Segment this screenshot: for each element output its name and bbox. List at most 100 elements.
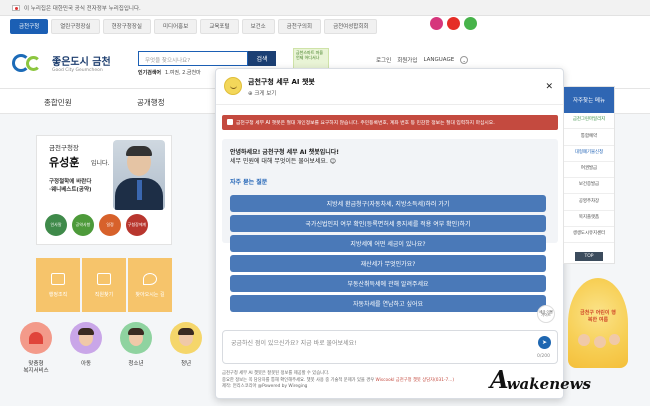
tax-guide-button[interactable]: 세금 이용 가이드: [537, 305, 555, 323]
scroll-top-button[interactable]: TOP: [575, 252, 603, 261]
chat-input-placeholder: 궁금하신 점이 있으신가요? 지금 바로 물어보세요!: [231, 340, 357, 347]
youtube-icon[interactable]: [447, 17, 460, 30]
welfare-label: 청소년: [128, 361, 144, 367]
tab-field-mayor[interactable]: 현장구청장실: [102, 18, 151, 34]
welfare-young-adult[interactable]: 청년: [168, 322, 204, 375]
hot-keywords-list[interactable]: 1.여권, 2.금천마: [165, 70, 201, 76]
nav-civil-service[interactable]: 종합민원: [44, 97, 72, 108]
faq-title: 자주 묻는 질문: [230, 179, 268, 186]
side-item-passport[interactable]: 여권발급: [564, 162, 614, 179]
mayor-slogan-2: ·웨니베스트(공약): [49, 187, 92, 194]
search-input[interactable]: 무엇을 찾으시나요?: [138, 51, 248, 66]
faq-button[interactable]: 지방세 환급청구(자동차세, 지방소득세)하러 가기: [230, 195, 546, 212]
smart-village-banner[interactable]: 금천스마트 마을 언제 어디서나: [293, 48, 329, 70]
side-item-bulk-waste[interactable]: 대형폐기물신청: [564, 146, 614, 162]
welfare-custom[interactable]: 맞춤형 복지서비스: [18, 322, 54, 375]
quick-staff-search[interactable]: 직원찾기: [82, 258, 126, 312]
quick-menu-title: 자주찾는 메뉴: [564, 87, 614, 113]
greeting-line-1: 안녕하세요! 금천구청 세무 AI 챗봇입니다!: [230, 149, 340, 156]
gov-banner-text: 이 누리집은 대한민국 공식 전자정부 누리집입니다.: [24, 5, 141, 12]
language-link[interactable]: LANGUAGE: [423, 57, 454, 63]
location-pin-icon: [143, 272, 157, 285]
chatbot-zoom-button[interactable]: ⊕ 크게 보기: [248, 89, 276, 97]
side-item-reservation[interactable]: 통합예약: [564, 129, 614, 146]
tab-geumcheon-office[interactable]: 금천구청: [10, 18, 49, 34]
welfare-label: 아동: [80, 361, 92, 367]
tab-media[interactable]: 미디어홍보: [154, 18, 198, 34]
greeting-line-2: 세무 민원에 대해 무엇이든 물어보세요. 😊: [230, 158, 337, 165]
chat-input[interactable]: 궁금하신 점이 있으신가요? 지금 바로 물어보세요! ➤ 0/200: [222, 330, 558, 364]
close-icon[interactable]: ✕: [545, 82, 553, 92]
chevron-down-icon[interactable]: ⌄: [460, 56, 469, 64]
quick-menu-sidebar: 자주찾는 메뉴 금천그린마일리지 통합예약 대형폐기물신청 여권발급 보건증발급…: [563, 86, 615, 264]
mayor-card: 금천구청장 유성훈 입니다. 구정철학에 바란다 ·웨니베스트(공약) 인사말 …: [36, 135, 172, 245]
logo-subtitle: Good City Geumcheon: [52, 68, 103, 73]
mayor-label: 금천구청장: [49, 144, 79, 152]
young-adult-icon: [170, 322, 202, 354]
side-item-green-mileage[interactable]: 금천그린마일리지: [564, 113, 614, 130]
mayor-name: 유성훈: [49, 156, 80, 169]
warning-icon: [227, 119, 233, 125]
faq-button[interactable]: 국가신법인지 여부 확인(등록면허세 중지세를 적용 여부 확인)하기: [230, 215, 546, 232]
mayor-suffix: 입니다.: [91, 160, 110, 167]
mayor-schedule-button[interactable]: 일정: [99, 214, 121, 236]
tab-health-center[interactable]: 보건소: [241, 18, 275, 34]
watermark-text: wakenews: [506, 375, 591, 393]
side-event-text: 금천구 어린이 행복한 여름: [580, 310, 616, 323]
id-card-icon: [97, 272, 111, 285]
mayor-pledge-button[interactable]: 공약사항: [72, 214, 94, 236]
mayor-contact-button[interactable]: 구청장에게: [126, 214, 148, 236]
chatbot-window: 금천구청 세무 AI 챗봇 ⊕ 크게 보기 ✕ 금천구청 세무 AI 챗봇은 절…: [215, 68, 564, 399]
quick-org-chart[interactable]: 행정조직: [36, 258, 80, 312]
quick-label: 직원찾기: [94, 291, 114, 298]
welfare-label: 청년: [180, 361, 192, 367]
logo-mark: [12, 52, 48, 74]
side-event-banner[interactable]: 금천구 어린이 행복한 여름: [568, 278, 628, 368]
side-item-parking[interactable]: 공영주차장: [564, 194, 614, 211]
heart-icon: [20, 322, 52, 354]
side-item-health-card[interactable]: 보건증발급: [564, 178, 614, 195]
welfare-child[interactable]: 아동: [68, 322, 104, 375]
child-icon: [70, 322, 102, 354]
tab-open-mayor[interactable]: 열린구청장실: [51, 18, 100, 34]
faq-button[interactable]: 재산세가 무엇인가요?: [230, 255, 546, 272]
mayor-slogan: 구정철학에 바란다 ·웨니베스트(공약): [49, 178, 92, 195]
login-link[interactable]: 로그인: [376, 56, 391, 64]
zoom-label: 크게 보기: [254, 91, 277, 97]
side-item-welfare-platform[interactable]: 복지플랫폼: [564, 211, 614, 228]
chatbot-title: 금천구청 세무 AI 챗봇: [248, 78, 315, 86]
tab-council[interactable]: 금천구의회: [277, 18, 322, 34]
social-links: [430, 17, 477, 30]
disclaimer-contact[interactable]: Wiscookl 금천구청 챗봇 상담자(031-7...): [376, 378, 455, 383]
char-count: 0/200: [537, 354, 550, 359]
tab-women[interactable]: 금천여성합회회: [324, 18, 378, 34]
faq-button[interactable]: 지방세에 어떤 세금이 있나요?: [230, 235, 546, 252]
faq-button[interactable]: 자동차세를 연납하고 싶어요: [230, 295, 546, 312]
join-link[interactable]: 회원가입: [397, 56, 417, 64]
disclaimer-line-2a: 중요한 정보는 꼭 담당자를 통해 확인해주세요. 챗봇 사용 중 기술적 문제…: [222, 377, 376, 383]
teen-icon: [120, 322, 152, 354]
hot-keywords-label: 인기검색어: [138, 70, 162, 76]
site-logo[interactable]: 좋은도시 금천 Good City Geumcheon: [12, 52, 111, 74]
faq-button[interactable]: 부동산취득세에 관해 알려주세요: [230, 275, 546, 292]
search-button[interactable]: 검색: [248, 51, 276, 66]
instagram-icon[interactable]: [430, 17, 443, 30]
welfare-categories: 맞춤형 복지서비스 아동 청소년 청년: [18, 322, 204, 375]
gov-banner: 이 누리집은 대한민국 공식 전자정부 누리집입니다.: [0, 0, 650, 16]
tab-education[interactable]: 교육포털: [200, 18, 239, 34]
welfare-youth[interactable]: 청소년: [118, 322, 154, 375]
org-chart-icon: [51, 272, 65, 285]
send-icon[interactable]: ➤: [538, 336, 551, 349]
mayor-greeting-button[interactable]: 인사말: [45, 214, 67, 236]
nav-public-admin[interactable]: 공개행정: [137, 97, 165, 108]
side-item-center[interactable]: 생생도시유지센터: [564, 227, 614, 244]
chatbot-greeting: 안녕하세요! 금천구청 세무 AI 챗봇입니다! 세무 민원에 대해 무엇이든 …: [230, 148, 339, 166]
quick-label: 찾아오시는 길: [135, 291, 165, 298]
privacy-notice: 금천구청 세무 AI 챗봇은 절대 개인정보를 요구하지 않습니다. 주민등록번…: [222, 115, 558, 130]
chatbot-header: 금천구청 세무 AI 챗봇 ⊕ 크게 보기 ✕: [216, 69, 563, 105]
quick-directions[interactable]: 찾아오시는 길: [128, 258, 172, 312]
blog-icon[interactable]: [464, 17, 477, 30]
faq-list: 지방세 환급청구(자동차세, 지방소득세)하러 가기 국가신법인지 여부 확인(…: [230, 195, 546, 312]
quick-label: 행정조직: [48, 291, 68, 298]
logo-title: 좋은도시 금천: [52, 57, 111, 68]
